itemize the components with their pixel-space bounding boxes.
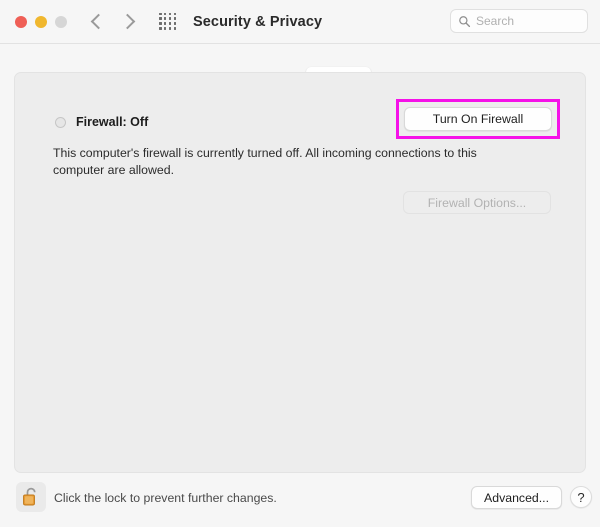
navigation-arrows	[90, 13, 136, 30]
search-field[interactable]	[450, 9, 588, 33]
grid-dot	[159, 17, 162, 20]
traffic-light-group	[0, 15, 67, 28]
chevron-left-icon[interactable]	[90, 13, 107, 30]
preference-body: General FileVault Firewall Privacy Firew…	[0, 44, 600, 475]
grid-dot	[173, 17, 177, 20]
security-privacy-window: Security & Privacy General FileVault Fir…	[0, 0, 600, 527]
help-button[interactable]: ?	[570, 486, 592, 508]
window-toolbar: Security & Privacy	[0, 0, 600, 44]
window-title: Security & Privacy	[193, 13, 323, 30]
turn-on-firewall-button[interactable]: Turn On Firewall	[404, 107, 552, 131]
firewall-description: This computer's firewall is currently tu…	[53, 146, 477, 178]
grid-dot	[168, 22, 172, 25]
firewall-options-button[interactable]: Firewall Options...	[403, 191, 551, 214]
lock-button[interactable]	[16, 482, 46, 512]
grid-dot	[173, 27, 177, 30]
grid-dot	[168, 27, 172, 30]
zoom-window-button	[55, 15, 67, 28]
grid-dot	[163, 27, 167, 30]
chevron-right-icon[interactable]	[119, 13, 136, 30]
grid-dot	[159, 27, 162, 30]
firewall-status-indicator	[55, 116, 66, 128]
grid-dot	[173, 12, 177, 16]
firewall-status-label: Firewall: Off	[76, 115, 149, 129]
search-input[interactable]	[476, 14, 580, 28]
grid-dot	[168, 17, 172, 20]
firewall-status-row: Firewall: Off	[55, 115, 148, 129]
close-window-button[interactable]	[15, 15, 27, 28]
show-all-grid-icon[interactable]	[159, 12, 177, 31]
search-icon	[459, 15, 471, 27]
turn-on-firewall-container: Turn On Firewall	[396, 99, 560, 139]
grid-dot	[168, 12, 172, 16]
advanced-button[interactable]: Advanced...	[471, 486, 562, 509]
lock-instruction-text: Click the lock to prevent further change…	[54, 491, 277, 505]
firewall-panel: Firewall: Off This computer's firewall i…	[14, 72, 586, 473]
window-footer: Click the lock to prevent further change…	[0, 475, 600, 527]
grid-dot	[163, 12, 167, 16]
grid-dot	[159, 12, 162, 16]
grid-dot	[159, 22, 162, 25]
grid-dot	[163, 22, 167, 25]
unlocked-padlock-icon	[23, 487, 36, 506]
grid-dot	[173, 22, 177, 25]
grid-dot	[163, 17, 167, 20]
minimize-window-button[interactable]	[35, 15, 47, 28]
